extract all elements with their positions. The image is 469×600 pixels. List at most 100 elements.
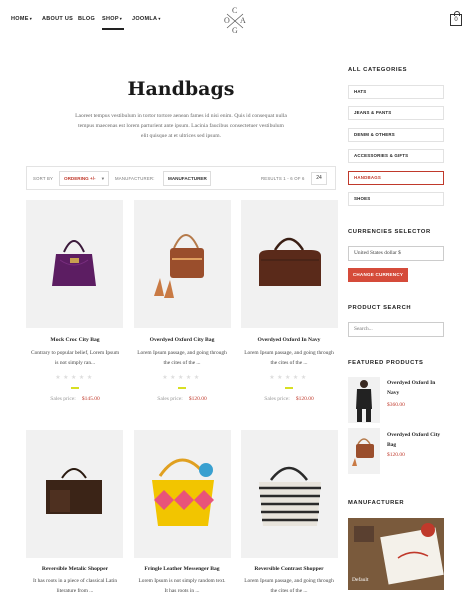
manufacturer-label: Default (352, 577, 369, 583)
product-name[interactable]: Fringle Leather Messenger Bag (122, 566, 242, 572)
manufacturer-label: MANUFACTURER: (115, 176, 155, 181)
rating-bar (178, 387, 186, 389)
cart-icon[interactable]: 0 (450, 11, 462, 26)
nav-about-us[interactable]: ABOUT US (42, 16, 73, 22)
logo-letter: A (240, 16, 246, 25)
nav-active-indicator (102, 28, 124, 30)
product-image-contrast-shopper[interactable] (241, 430, 338, 558)
category-shoes[interactable]: SHOES (348, 192, 444, 206)
categories-heading: ALL CATEGORIES (348, 67, 408, 73)
product-desc-line: It has roots in a piece of classical Lat… (32, 578, 118, 584)
featured-name-line: Navy (387, 390, 400, 396)
product-description: Contrary to popular belief, Lorem Ipsum i… (15, 348, 135, 368)
manufacturer-value: MANUFACTURER (168, 176, 207, 181)
product-name[interactable]: Overdyed Oxford City Bag (122, 337, 242, 343)
featured-heading: FEATURED PRODUCTS (348, 360, 424, 366)
category-hats[interactable]: HATS (348, 85, 444, 99)
nav-home-label: HOME (11, 16, 29, 22)
nav-joomla[interactable]: JOOMLA▾ (132, 16, 161, 22)
nav-joomla-label: JOOMLA (132, 16, 158, 22)
product-description: It has roots in a piece of classical Lat… (15, 576, 135, 596)
handbag-icon (46, 468, 102, 514)
per-page-value: 24 (316, 175, 322, 181)
product-image-oxford-city[interactable] (134, 200, 231, 328)
site-logo[interactable]: C O A G (220, 6, 250, 36)
product-desc-line: is not simply ran... (54, 360, 96, 366)
price-value: $120.00 (295, 396, 314, 402)
category-handbags[interactable]: HANDBAGS (348, 171, 444, 185)
model-icon (356, 380, 372, 422)
handbag-icon (259, 466, 321, 526)
product-image-oxford-navy[interactable] (241, 200, 338, 328)
currency-select[interactable]: United States dollar $ (348, 246, 444, 261)
product-desc-line: Lorem Ipsum is not simply random text. (138, 578, 226, 584)
per-page-select[interactable]: 24 (311, 172, 327, 185)
product-name[interactable]: Mock Croc City Bag (15, 337, 135, 343)
handbag-icon (352, 438, 374, 466)
change-currency-button[interactable]: CHANGE CURRENCY (348, 268, 408, 282)
product-image-mock-croc[interactable] (26, 200, 123, 328)
product-desc-line: Contrary to popular belief, Lorem Ipsum (30, 350, 120, 356)
product-desc-line: the cites of the ... (163, 360, 201, 366)
featured-image-oxford-navy[interactable] (348, 377, 380, 423)
category-denim-others[interactable]: DENIM & OTHERS (348, 128, 444, 142)
nav-blog-label: BLOG (78, 16, 96, 22)
handbag-icon (259, 237, 321, 286)
product-name[interactable]: Reversible Metalic Shopper (15, 566, 135, 572)
cart-count: 0 (454, 17, 458, 23)
logo-letter: G (232, 26, 238, 35)
product-desc-line: Lorem Ipsum passage, and going through (137, 350, 227, 356)
nav-shop[interactable]: SHOP▾ (102, 16, 122, 22)
handbag-icon (154, 234, 204, 298)
manufacturer-heading: MANUFACTURER (348, 500, 405, 506)
price-value: $120.00 (188, 396, 207, 402)
search-heading: PRODUCT SEARCH (348, 305, 412, 311)
product-description: Lorem Ipsum passage, and going through th… (229, 576, 349, 596)
top-navigation: HOME▾ ABOUT US BLOG SHOP▾ JOOMLA▾ C O A … (0, 0, 469, 42)
featured-name[interactable]: Overdyed Oxford City Bag (387, 430, 451, 450)
product-price: Sales price: $120.00 (122, 396, 242, 402)
manufacturer-dropdown[interactable]: MANUFACTURER (163, 171, 211, 186)
price-label: Sales price: (157, 396, 183, 402)
rating-bar (71, 387, 79, 389)
category-intro: Laoreet tempus vestibulum in tortor tort… (75, 113, 287, 139)
featured-price: $120.00 (387, 452, 405, 458)
page-title: Handbags (127, 78, 235, 100)
product-desc-line: the cites of the ... (270, 360, 308, 366)
results-count: RESULTS 1 - 6 OF 6 (261, 176, 305, 181)
chevron-down-icon: ▾ (158, 16, 161, 21)
product-description: Lorem Ipsum passage, and going through th… (122, 348, 242, 368)
logo-letter: O (224, 16, 230, 25)
product-name[interactable]: Reversible Contrast Shopper (229, 566, 349, 572)
rating-stars: ★★★★★ (55, 375, 95, 381)
logo-letter: C (232, 6, 238, 15)
featured-name[interactable]: Overdyed Oxford In Navy (387, 378, 451, 398)
price-label: Sales price: (264, 396, 290, 402)
product-price: Sales price: $120.00 (229, 396, 349, 402)
featured-price: $360.00 (387, 402, 405, 408)
nav-blog[interactable]: BLOG (78, 16, 95, 22)
product-desc-line: Lorem Ipsum passage, and going through (244, 350, 334, 356)
category-jeans-pants[interactable]: JEANS & PANTS (348, 106, 444, 120)
rating-stars: ★★★★★ (269, 375, 309, 381)
price-value: $145.00 (81, 396, 100, 402)
product-desc-line: Lorem Ipsum passage, and going through (244, 578, 334, 584)
featured-image-oxford-city[interactable] (348, 428, 380, 474)
nav-home[interactable]: HOME▾ (11, 16, 32, 22)
nav-about-label: ABOUT US (42, 16, 74, 22)
product-image-fringle-messenger[interactable] (134, 430, 231, 558)
product-desc-line: literature from ... (56, 588, 94, 594)
currency-heading: CURRENCIES SELECTOR (348, 229, 431, 235)
sort-dropdown[interactable]: ORDERING +/- ▾ (59, 171, 109, 186)
chevron-down-icon: ▾ (29, 16, 33, 21)
product-image-metalic-shopper[interactable] (26, 430, 123, 558)
product-name[interactable]: Overdyed Oxford In Navy (229, 337, 349, 343)
product-description: Lorem Ipsum is not simply random text. It… (122, 576, 242, 596)
chevron-down-icon: ▾ (119, 16, 123, 21)
sort-toolbar: SORT BY ORDERING +/- ▾ MANUFACTURER: MAN… (26, 166, 336, 190)
handbag-icon (52, 240, 96, 286)
product-description: Lorem Ipsum passage, and going through th… (229, 348, 349, 368)
handbag-icon (152, 458, 214, 526)
category-accessories-gifts[interactable]: ACCESSORIES & GIFTS (348, 149, 444, 163)
search-input[interactable]: Search... (348, 322, 444, 337)
